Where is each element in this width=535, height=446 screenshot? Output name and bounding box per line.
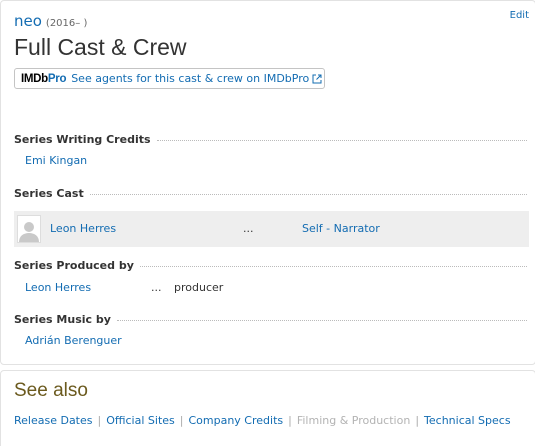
producer-ellipsis: ...: [151, 281, 162, 294]
link-separator: |: [97, 414, 102, 427]
section-heading-cast-label: Series Cast: [14, 186, 84, 200]
writer-link[interactable]: Emi Kingan: [25, 154, 87, 167]
technical-specs-link[interactable]: Technical Specs: [424, 414, 511, 427]
cast-ellipsis: ...: [243, 222, 254, 235]
filming-production-link: Filming & Production: [296, 414, 411, 427]
company-credits-link[interactable]: Company Credits: [188, 414, 283, 427]
see-also-links: Release Dates | Official Sites | Company…: [14, 414, 511, 427]
link-separator: |: [179, 414, 184, 427]
imdbpro-logo: IMDbPro: [21, 73, 66, 85]
see-also-title: See also: [14, 380, 88, 401]
imdbpro-logo-pro: Pro: [47, 72, 67, 85]
section-heading-writing: Series Writing Credits: [14, 132, 527, 146]
imdbpro-agents-link[interactable]: See agents for this cast & crew on IMDbP…: [71, 72, 309, 85]
producer-role: producer: [174, 281, 224, 294]
section-heading-music: Series Music by: [14, 312, 527, 326]
external-link-icon: [312, 74, 322, 84]
composer-link[interactable]: Adrián Berenguer: [25, 334, 122, 347]
see-also-panel: See also Release Dates | Official Sites …: [0, 370, 535, 446]
link-separator: |: [288, 414, 292, 427]
divider: [156, 139, 527, 141]
official-sites-link[interactable]: Official Sites: [106, 414, 175, 427]
show-title-link[interactable]: neo: [14, 12, 42, 30]
link-separator: |: [415, 414, 420, 427]
full-cast-crew-panel: Edit neo (2016– ) Full Cast & Crew IMDbP…: [0, 0, 535, 365]
title-row: neo (2016– ): [14, 12, 87, 30]
divider: [139, 265, 527, 267]
section-heading-writing-label: Series Writing Credits: [14, 132, 151, 146]
cast-row: Leon Herres ... Self - Narrator: [14, 211, 529, 247]
cast-character-link[interactable]: Self - Narrator: [302, 222, 380, 235]
avatar[interactable]: [17, 215, 41, 243]
edit-link[interactable]: Edit: [510, 10, 529, 21]
divider: [89, 193, 527, 195]
page-title: Full Cast & Crew: [14, 34, 187, 60]
section-heading-produced-label: Series Produced by: [14, 258, 134, 272]
show-years: (2016– ): [45, 18, 88, 29]
divider: [116, 319, 527, 321]
section-heading-produced: Series Produced by: [14, 258, 527, 272]
imdbpro-banner[interactable]: IMDbPro See agents for this cast & crew …: [14, 68, 325, 89]
section-heading-music-label: Series Music by: [14, 312, 111, 326]
release-dates-link[interactable]: Release Dates: [14, 414, 93, 427]
person-placeholder-icon: [19, 222, 39, 242]
imdbpro-logo-imdb: IMDb: [21, 72, 48, 85]
cast-name-link[interactable]: Leon Herres: [50, 222, 116, 235]
section-heading-cast: Series Cast: [14, 186, 527, 200]
producer-name-link[interactable]: Leon Herres: [25, 281, 91, 294]
